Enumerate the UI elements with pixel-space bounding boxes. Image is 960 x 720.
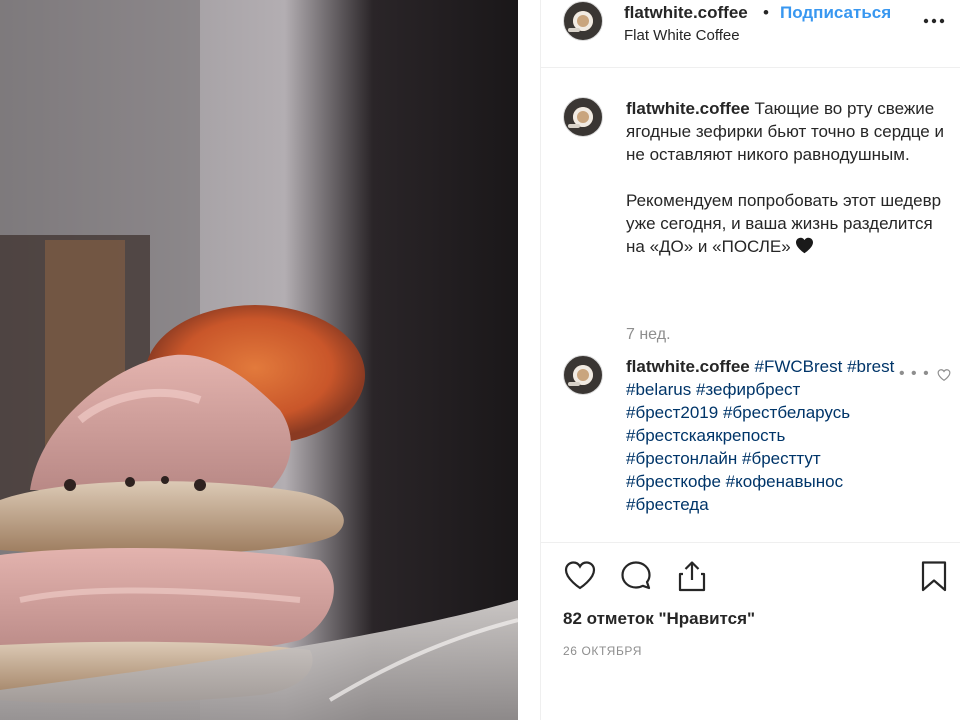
- hashtag[interactable]: #брестонлайн: [626, 449, 737, 468]
- share-upload-icon[interactable]: [675, 559, 709, 593]
- post-actions: 82 отметок "Нравится" 26 ОКТЯБРЯ: [541, 542, 960, 720]
- header-username[interactable]: flatwhite.coffee: [624, 3, 748, 23]
- black-heart-icon: [796, 237, 814, 254]
- follow-button[interactable]: Подписаться: [780, 3, 891, 23]
- post-header: flatwhite.coffee • Подписаться Flat Whit…: [541, 0, 960, 68]
- hashtag[interactable]: #брестеда: [626, 495, 709, 514]
- hashtag[interactable]: #брестскаякрепость: [626, 426, 785, 445]
- hashtag[interactable]: #брест2019: [626, 403, 718, 422]
- hashtag[interactable]: #FWCBrest: [754, 357, 842, 376]
- post-photo[interactable]: [0, 0, 518, 720]
- caption-timestamp[interactable]: 7 нед.: [626, 326, 671, 344]
- avatar[interactable]: [563, 1, 603, 41]
- comment-bubble-icon[interactable]: [619, 559, 653, 593]
- hashtag[interactable]: #brest: [847, 357, 894, 376]
- comments-section: flatwhite.coffee Тающие во рту свежие яг…: [541, 69, 960, 541]
- caption-text-2: Рекомендуем попробовать этот шедевр уже …: [626, 191, 942, 256]
- caption-username[interactable]: flatwhite.coffee: [626, 99, 750, 118]
- bookmark-icon[interactable]: [917, 559, 951, 593]
- comment-username[interactable]: flatwhite.coffee: [626, 357, 750, 376]
- hashtag[interactable]: #belarus: [626, 380, 691, 399]
- comment-like-heart-icon[interactable]: [937, 368, 951, 382]
- caption: flatwhite.coffee Тающие во рту свежие яг…: [626, 97, 951, 258]
- post-photo-image: [0, 0, 518, 720]
- hashtag[interactable]: #бресткофе: [626, 472, 721, 491]
- comment-more-button[interactable]: • • •: [899, 365, 930, 383]
- hashtag[interactable]: #кофенавынос: [726, 472, 843, 491]
- more-options-icon[interactable]: [921, 8, 947, 34]
- post-date[interactable]: 26 ОКТЯБРЯ: [563, 644, 642, 658]
- likes-count[interactable]: 82 отметок "Нравится": [563, 609, 755, 629]
- hashtag[interactable]: #бресттут: [742, 449, 821, 468]
- comment: flatwhite.coffee #FWCBrest #brest #belar…: [626, 355, 896, 516]
- more-horizontal-icon: [923, 18, 945, 24]
- hashtag[interactable]: #брестбеларусь: [723, 403, 850, 422]
- header-location[interactable]: Flat White Coffee: [624, 27, 740, 44]
- heart-outline-icon[interactable]: [563, 559, 597, 593]
- post-side-panel: flatwhite.coffee • Подписаться Flat Whit…: [540, 0, 960, 720]
- comment-avatar[interactable]: [563, 355, 603, 395]
- caption-avatar[interactable]: [563, 97, 603, 137]
- header-separator: •: [763, 3, 769, 22]
- hashtag[interactable]: #зефирбрест: [696, 380, 800, 399]
